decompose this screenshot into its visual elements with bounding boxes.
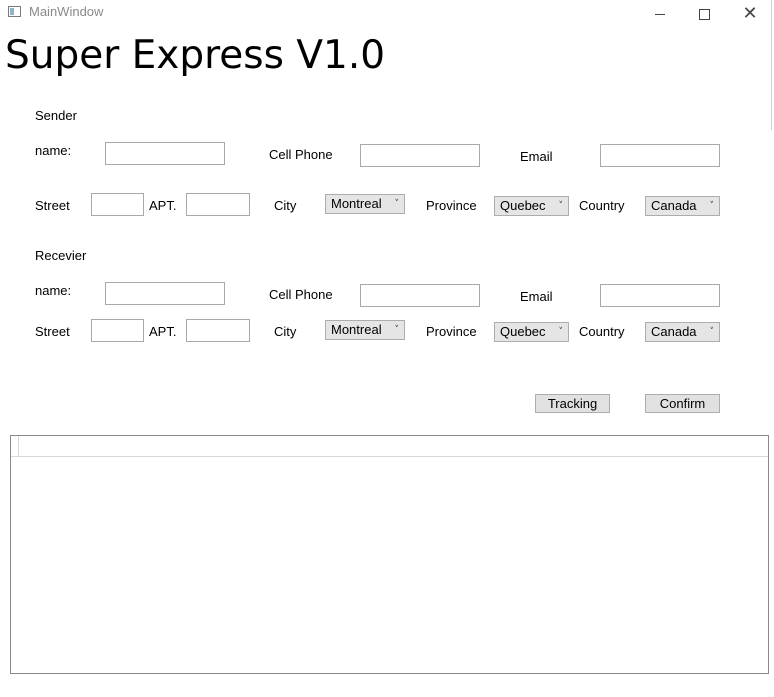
chevron-down-icon: ˅	[709, 201, 715, 211]
page-title: Super Express V1.0	[5, 33, 386, 78]
sender-apt-label: APT.	[149, 198, 177, 213]
tracking-button[interactable]: Tracking	[535, 394, 610, 413]
window-edge	[771, 0, 772, 130]
results-list-view[interactable]	[10, 435, 769, 674]
sender-city-label: City	[274, 198, 297, 213]
sender-street-input[interactable]	[91, 193, 144, 216]
sender-phone-input[interactable]	[360, 144, 480, 167]
sender-country-select[interactable]: Canada ˅	[645, 196, 720, 216]
sender-name-input[interactable]	[105, 142, 225, 165]
receiver-apt-label: APT.	[149, 324, 177, 339]
minimize-button[interactable]	[637, 0, 683, 28]
receiver-name-label: name:	[35, 283, 72, 298]
confirm-button[interactable]: Confirm	[645, 394, 720, 413]
receiver-country-select[interactable]: Canada ˅	[645, 322, 720, 342]
sender-city-value: Montreal	[331, 196, 382, 211]
window-app-icon	[8, 6, 21, 17]
close-button[interactable]: ✕	[727, 0, 773, 28]
sender-name-label: name:	[35, 143, 72, 158]
title-bar: MainWindow ✕	[0, 0, 774, 28]
sender-country-label: Country	[579, 198, 625, 213]
chevron-down-icon: ˅	[709, 327, 715, 337]
chevron-down-icon: ˅	[394, 199, 400, 209]
sender-province-value: Quebec	[500, 198, 546, 213]
minimize-icon	[655, 13, 665, 15]
receiver-section-label: Recevier	[35, 248, 87, 263]
sender-province-label: Province	[426, 198, 477, 213]
sender-email-label: Email	[520, 149, 553, 164]
receiver-phone-label: Cell Phone	[269, 287, 333, 302]
sender-country-value: Canada	[651, 198, 697, 213]
receiver-province-label: Province	[426, 324, 477, 339]
results-header	[11, 436, 768, 457]
sender-section-label: Sender	[35, 108, 77, 123]
receiver-province-value: Quebec	[500, 324, 546, 339]
sender-street-label: Street	[35, 198, 70, 213]
receiver-province-select[interactable]: Quebec ˅	[494, 322, 569, 342]
receiver-name-input[interactable]	[105, 282, 225, 305]
receiver-email-input[interactable]	[600, 284, 720, 307]
chevron-down-icon: ˅	[394, 325, 400, 335]
receiver-city-select[interactable]: Montreal ˅	[325, 320, 405, 340]
receiver-city-label: City	[274, 324, 297, 339]
chevron-down-icon: ˅	[558, 327, 564, 337]
sender-email-input[interactable]	[600, 144, 720, 167]
receiver-street-input[interactable]	[91, 319, 144, 342]
receiver-street-label: Street	[35, 324, 70, 339]
receiver-country-value: Canada	[651, 324, 697, 339]
sender-phone-label: Cell Phone	[269, 147, 333, 162]
sender-province-select[interactable]: Quebec ˅	[494, 196, 569, 216]
sender-city-select[interactable]: Montreal ˅	[325, 194, 405, 214]
receiver-city-value: Montreal	[331, 322, 382, 337]
receiver-phone-input[interactable]	[360, 284, 480, 307]
maximize-button[interactable]	[681, 0, 727, 28]
results-header-cell[interactable]	[11, 436, 19, 456]
maximize-icon	[698, 8, 710, 20]
window-title: MainWindow	[29, 4, 104, 19]
sender-apt-input[interactable]	[186, 193, 250, 216]
receiver-country-label: Country	[579, 324, 625, 339]
close-icon: ✕	[742, 3, 758, 24]
chevron-down-icon: ˅	[558, 201, 564, 211]
receiver-email-label: Email	[520, 289, 553, 304]
receiver-apt-input[interactable]	[186, 319, 250, 342]
